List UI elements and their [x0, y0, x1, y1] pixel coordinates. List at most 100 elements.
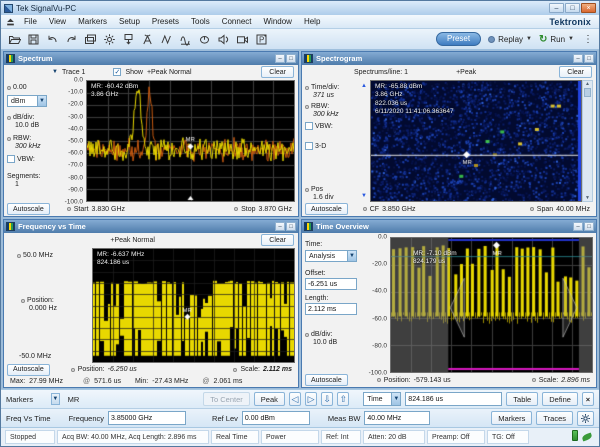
- peak-left-button[interactable]: ◁: [289, 392, 301, 406]
- menu-item-connect[interactable]: Connect: [216, 17, 258, 26]
- marker-domain-dropdown[interactable]: Time▼: [363, 392, 401, 406]
- scroll-up-icon[interactable]: ▲: [585, 81, 590, 87]
- replay-button[interactable]: Replay ▼: [488, 35, 532, 44]
- close-button[interactable]: ×: [581, 3, 596, 13]
- db-div-value[interactable]: 10.0 dB: [305, 339, 363, 346]
- tov-plot[interactable]: MR: -7.10 dBm 824.179 us: [390, 237, 593, 373]
- autoscale-button[interactable]: Autoscale: [7, 364, 50, 376]
- overflow-menu-icon[interactable]: ⋮: [581, 34, 595, 45]
- close-markers-button[interactable]: ×: [582, 392, 594, 406]
- start-value[interactable]: 3.830 GHz: [92, 206, 125, 213]
- panel-maximize-button[interactable]: □: [584, 222, 594, 231]
- run-button[interactable]: ↻ Run ▼: [539, 34, 574, 45]
- setting-anchor-icon[interactable]: [305, 333, 309, 337]
- setting-anchor-icon[interactable]: [532, 378, 536, 382]
- panel-maximize-button[interactable]: □: [584, 54, 594, 63]
- clear-button[interactable]: Clear: [261, 234, 294, 246]
- clear-button[interactable]: Clear: [261, 66, 294, 78]
- spectrogram-plot[interactable]: MR: -65.88 dBm 3.86 GHz 822.036 us 6/11/…: [370, 80, 582, 202]
- marker-position-input[interactable]: [405, 392, 502, 406]
- define-button[interactable]: Define: [542, 392, 578, 406]
- peak-right-button[interactable]: ▷: [305, 392, 317, 406]
- scroll-thumb[interactable]: [584, 88, 591, 97]
- settings-icon[interactable]: [100, 31, 118, 48]
- ref-lev-input[interactable]: [242, 411, 310, 425]
- panel-maximize-button[interactable]: □: [286, 222, 296, 231]
- setting-anchor-icon[interactable]: [234, 207, 238, 211]
- settings-gear-icon[interactable]: [577, 411, 594, 426]
- setting-anchor-icon[interactable]: [305, 188, 309, 192]
- stop-value[interactable]: 3.870 GHz: [259, 206, 292, 213]
- setting-anchor-icon[interactable]: [305, 86, 309, 90]
- span-value[interactable]: 40.00 MHz: [556, 206, 590, 213]
- peak-button[interactable]: Peak: [254, 392, 285, 406]
- vbw-checkbox[interactable]: [7, 155, 15, 163]
- open-file-icon[interactable]: [5, 31, 23, 48]
- rbw-value[interactable]: 300 kHz: [7, 143, 53, 150]
- setting-anchor-icon[interactable]: [67, 207, 71, 211]
- autoscale-button[interactable]: Autoscale: [305, 374, 348, 386]
- traces-toggle-button[interactable]: Traces: [536, 411, 573, 425]
- y-max-label[interactable]: 50.0 MHz: [23, 252, 53, 259]
- ref-level-value[interactable]: 0.00: [13, 84, 27, 91]
- setting-anchor-icon[interactable]: [7, 86, 11, 90]
- marker-select-dropdown[interactable]: ▼: [51, 393, 59, 405]
- setting-anchor-icon[interactable]: [21, 299, 25, 303]
- setting-anchor-icon[interactable]: [7, 116, 11, 120]
- setting-anchor-icon[interactable]: [530, 207, 534, 211]
- menu-item-help[interactable]: Help: [298, 17, 326, 26]
- x-position-value[interactable]: -6.250 us: [108, 366, 137, 373]
- session-eject-icon[interactable]: [5, 17, 16, 27]
- panel-minimize-button[interactable]: –: [573, 222, 583, 231]
- displays-icon[interactable]: [81, 31, 99, 48]
- autoscale-button[interactable]: Autoscale: [7, 203, 50, 215]
- length-input[interactable]: [305, 303, 357, 315]
- clear-button[interactable]: Clear: [559, 66, 592, 78]
- meas-bw-input[interactable]: [364, 411, 430, 425]
- menu-item-markers[interactable]: Markers: [72, 17, 113, 26]
- mouse-icon[interactable]: [195, 31, 213, 48]
- undo-icon[interactable]: [43, 31, 61, 48]
- menu-item-setup[interactable]: Setup: [113, 17, 146, 26]
- setting-anchor-icon[interactable]: [377, 378, 381, 382]
- setting-anchor-icon[interactable]: [233, 368, 237, 372]
- scroll-down-icon[interactable]: ▼: [585, 195, 590, 201]
- preset-p-icon[interactable]: P: [252, 31, 270, 48]
- setting-anchor-icon[interactable]: [71, 368, 75, 372]
- spectrum-plot[interactable]: MR: -60.42 dBm 3.86 GHz: [86, 80, 295, 202]
- marker-define-icon[interactable]: [119, 31, 137, 48]
- rbw-value[interactable]: 300 kHz: [305, 111, 357, 118]
- db-div-value[interactable]: 10.0 dB: [7, 122, 53, 129]
- to-center-button[interactable]: To Center: [203, 392, 250, 406]
- acquire-icon[interactable]: [138, 31, 156, 48]
- panel-minimize-button[interactable]: –: [275, 222, 285, 231]
- y-position-value[interactable]: 0.000 Hz: [7, 305, 91, 312]
- menu-item-view[interactable]: View: [43, 17, 72, 26]
- pos-value[interactable]: 1.6 div: [305, 194, 357, 201]
- spectrogram-scrollbar[interactable]: ▲ ▼: [582, 80, 593, 202]
- trace-selector[interactable]: Trace 1: [62, 69, 85, 76]
- panel-minimize-button[interactable]: –: [573, 54, 583, 63]
- camera-icon[interactable]: [233, 31, 251, 48]
- units-dropdown[interactable]: dBm▼: [7, 95, 47, 107]
- maximize-button[interactable]: □: [565, 3, 580, 13]
- minimize-button[interactable]: –: [549, 3, 564, 13]
- spectrums-per-line[interactable]: Spectrums/line: 1: [354, 69, 408, 76]
- save-icon[interactable]: [24, 31, 42, 48]
- iq-waveform-icon[interactable]: [157, 31, 175, 48]
- redo-icon[interactable]: [62, 31, 80, 48]
- fvt-title-bar[interactable]: Frequency vs Time – □: [4, 220, 298, 233]
- peak-lower-button[interactable]: ⇩: [321, 392, 333, 406]
- scroll-bottom-marker-icon[interactable]: ▼: [361, 193, 367, 199]
- x-scale-value[interactable]: 2.896 ms: [561, 377, 590, 384]
- menu-item-window[interactable]: Window: [258, 17, 298, 26]
- markers-toggle-button[interactable]: Markers: [491, 411, 532, 425]
- x-position-value[interactable]: -579.143 us: [414, 377, 451, 384]
- tov-title-bar[interactable]: Time Overview – □: [302, 220, 596, 233]
- time-waveform-icon[interactable]: [176, 31, 194, 48]
- panel-maximize-button[interactable]: □: [286, 54, 296, 63]
- table-button[interactable]: Table: [506, 392, 538, 406]
- setting-anchor-icon[interactable]: [7, 137, 11, 141]
- setting-anchor-icon[interactable]: [363, 207, 367, 211]
- panel-minimize-button[interactable]: –: [275, 54, 285, 63]
